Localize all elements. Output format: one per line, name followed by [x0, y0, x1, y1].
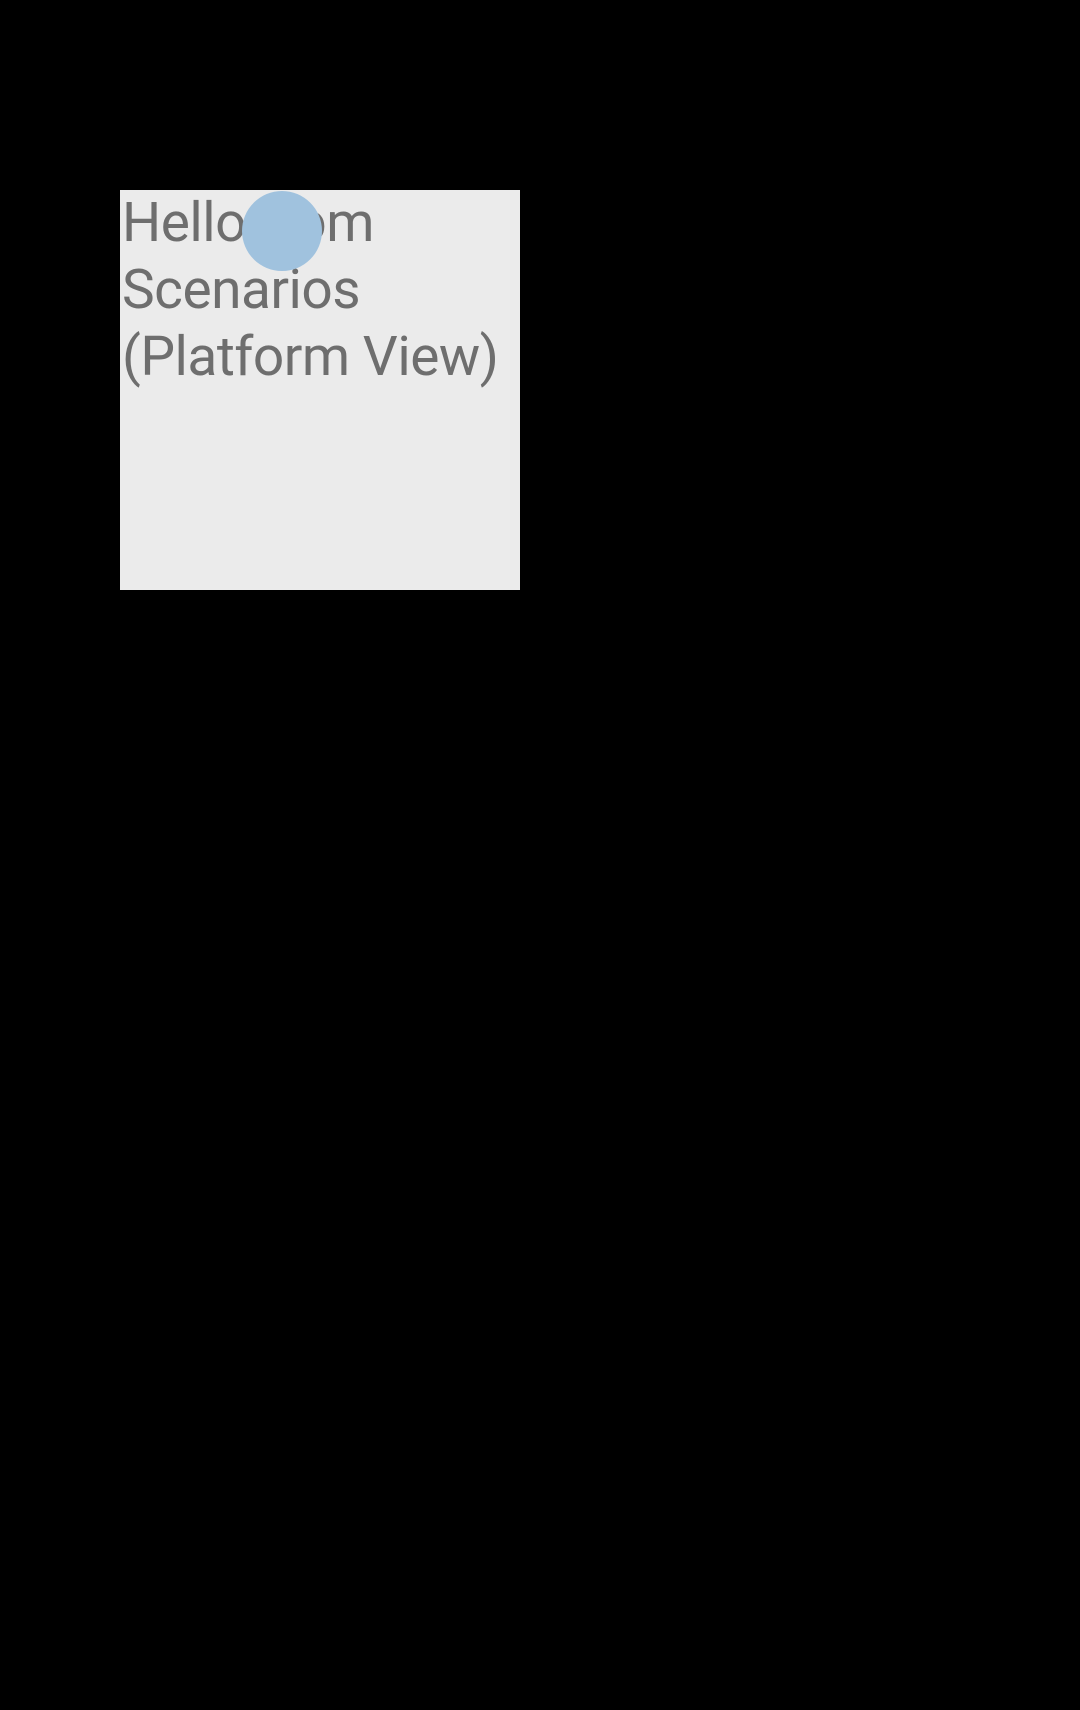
touch-indicator-circle: [242, 191, 322, 271]
platform-view-panel[interactable]: Hello from Scenarios (Platform View): [120, 190, 520, 590]
